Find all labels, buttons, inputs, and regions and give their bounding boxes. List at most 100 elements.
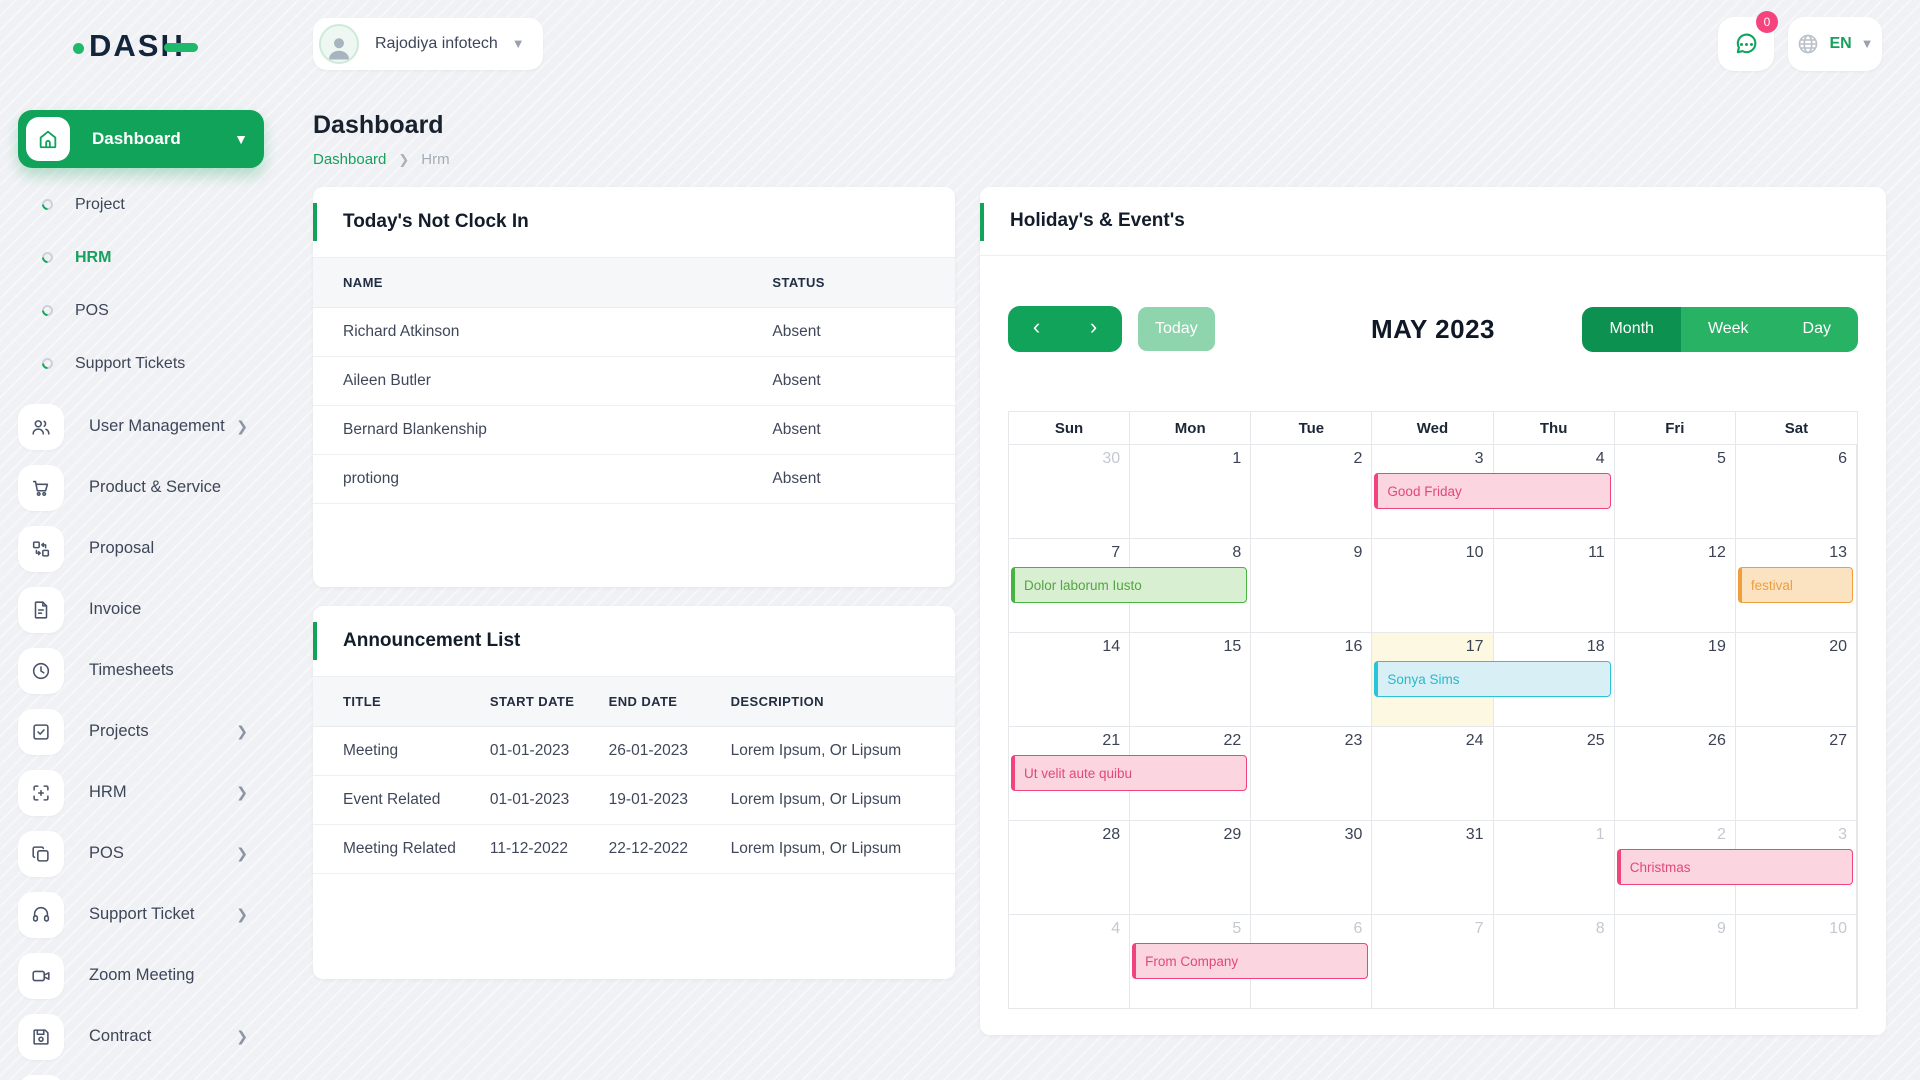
day-number: 31 [1466,826,1484,843]
calendar-day-cell[interactable]: 27 [1736,727,1857,821]
day-number: 12 [1708,544,1726,561]
save-icon [18,1014,64,1060]
video-camera-icon [18,953,64,999]
sidebar-subitem-hrm[interactable]: HRM [0,231,292,284]
company-selector[interactable]: Rajodiya infotech ▼ [313,18,543,70]
check-square-icon [18,709,64,755]
sidebar-item-pos[interactable]: POS ❯ [0,823,292,884]
calendar-day-cell[interactable]: 2 [1251,445,1372,539]
not-clock-in-table: NAMESTATUS Richard AtkinsonAbsentAileen … [313,257,955,504]
table-cell: 01-01-2023 [480,776,599,825]
calendar-week-row: 45678910From Company [1009,915,1857,1009]
today-button[interactable]: Today [1138,307,1215,351]
sidebar-subitem-pos[interactable]: POS [0,284,292,337]
table-row: Meeting Related11-12-202222-12-2022Lorem… [313,825,955,874]
chevron-down-icon: ▼ [234,131,248,147]
sidebar-item-product-service[interactable]: Product & Service [0,457,292,518]
language-selector[interactable]: EN ▼ [1788,17,1882,71]
day-number: 4 [1111,920,1120,937]
table-row: Richard AtkinsonAbsent [313,308,955,357]
sidebar-subitem-support-tickets[interactable]: Support Tickets [0,337,292,390]
day-number: 2 [1717,826,1726,843]
sidebar-item-support-ticket[interactable]: Support Ticket ❯ [0,884,292,945]
calendar-week-row: 28293031123Christmas [1009,821,1857,915]
calendar-day-cell[interactable]: 23 [1251,727,1372,821]
calendar-day-cell[interactable]: 6 [1736,445,1857,539]
view-month-button[interactable]: Month [1582,307,1680,352]
calendar-weeks: 30123456Good Friday78910111213Dolor labo… [1009,445,1857,1009]
chevron-right-icon: ❯ [236,418,248,435]
sidebar-item-timesheets[interactable]: Timesheets [0,640,292,701]
calendar-day-cell[interactable]: 20 [1736,633,1857,727]
calendar-day-cell[interactable]: 10 [1736,915,1857,1009]
calendar-event[interactable]: Dolor laborum Iusto [1011,567,1247,603]
day-number: 14 [1102,638,1120,655]
calendar-day-cell[interactable]: 25 [1494,727,1615,821]
calendar-day-cell[interactable]: 9 [1251,539,1372,633]
calendar-event[interactable]: Christmas [1617,849,1853,885]
sidebar-item-contract[interactable]: Contract ❯ [0,1006,292,1067]
dashboard-submenu: Project HRM POS Support Tickets [0,178,292,390]
sidebar-item-label: HRM [89,783,127,802]
view-week-button[interactable]: Week [1681,307,1776,352]
sidebar-item-label: POS [89,844,124,863]
table-cell: Absent [762,308,955,357]
column-header: NAME [313,258,762,308]
prev-month-button[interactable]: ‹ [1008,306,1065,352]
calendar-day-cell[interactable]: 1 [1494,821,1615,915]
calendar-day-cell[interactable]: 4 [1009,915,1130,1009]
sidebar-subitem-project[interactable]: Project [0,178,292,231]
column-header: START DATE [480,677,599,727]
sidebar-item-projects[interactable]: Projects ❯ [0,701,292,762]
sidebar-item-dashboard[interactable]: Dashboard ▼ [18,110,264,168]
next-month-button[interactable]: › [1065,306,1122,352]
calendar-day-cell[interactable]: 7 [1372,915,1493,1009]
sidebar-item-label: User Management [89,417,225,436]
bullet-icon [40,197,56,213]
cart-icon [18,465,64,511]
view-day-button[interactable]: Day [1776,307,1858,352]
calendar-day-cell[interactable]: 9 [1615,915,1736,1009]
calendar-day-cell[interactable]: 19 [1615,633,1736,727]
day-number: 7 [1111,544,1120,561]
calendar-day-cell[interactable]: 29 [1130,821,1251,915]
breadcrumb-link-dashboard[interactable]: Dashboard [313,151,386,168]
calendar-day-cell[interactable]: 8 [1494,915,1615,1009]
calendar-event[interactable]: Sonya Sims [1374,661,1610,697]
table-row: Event Related01-01-202319-01-2023Lorem I… [313,776,955,825]
calendar-day-cell[interactable]: 14 [1009,633,1130,727]
calendar-day-cell[interactable]: 30 [1009,445,1130,539]
calendar-day-cell[interactable]: 5 [1615,445,1736,539]
calendar-day-cell[interactable]: 26 [1615,727,1736,821]
calendar-day-cell[interactable]: 24 [1372,727,1493,821]
sidebar-item-hrm[interactable]: HRM ❯ [0,762,292,823]
calendar-day-cell[interactable]: 10 [1372,539,1493,633]
calendar-day-cell[interactable]: 12 [1615,539,1736,633]
sidebar-item-user-management[interactable]: User Management ❯ [0,396,292,457]
calendar-day-cell[interactable]: 16 [1251,633,1372,727]
day-number: 11 [1588,544,1605,561]
messages-button[interactable]: 0 [1718,17,1774,71]
sidebar-item-invoice[interactable]: Invoice [0,579,292,640]
day-number: 8 [1232,544,1241,561]
sidebar-item-zoom-meeting[interactable]: Zoom Meeting [0,945,292,1006]
calendar-event[interactable]: Ut velit aute quibu [1011,755,1247,791]
calendar-event[interactable]: Good Friday [1374,473,1610,509]
calendar-day-cell[interactable]: 31 [1372,821,1493,915]
main-area: Rajodiya infotech ▼ 0 EN ▼ Dashboard D [292,0,1920,1080]
calendar-day-cell[interactable]: 11 [1494,539,1615,633]
calendar-event[interactable]: From Company [1132,943,1368,979]
calendar-event[interactable]: festival [1738,567,1853,603]
calendar-day-cell[interactable]: 30 [1251,821,1372,915]
calendar-day-cell[interactable]: 28 [1009,821,1130,915]
calendar-day-cell[interactable]: 15 [1130,633,1251,727]
sidebar-item-proposal[interactable]: Proposal [0,518,292,579]
bullet-icon [40,356,56,372]
day-number: 18 [1587,638,1605,655]
sidebar-item-messenger[interactable]: Messenger [0,1067,292,1080]
chevron-down-icon: ▼ [512,36,525,51]
day-number: 25 [1587,732,1605,749]
calendar-day-cell[interactable]: 1 [1130,445,1251,539]
table-cell: Richard Atkinson [313,308,762,357]
chevron-right-icon: ❯ [236,845,248,862]
